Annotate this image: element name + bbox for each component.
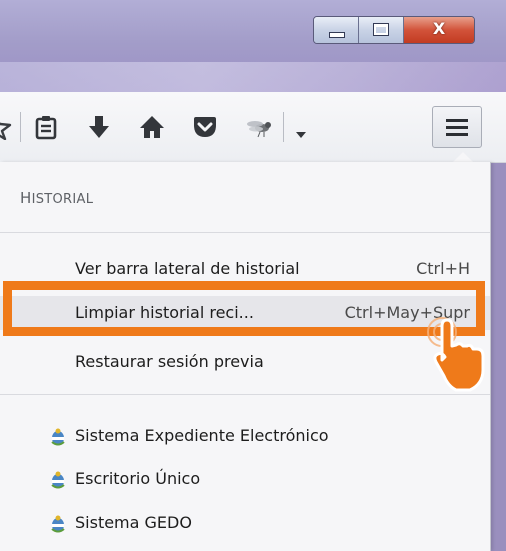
history-entry-label: Sistema GEDO (75, 513, 192, 532)
window-titlebar: X (0, 0, 506, 92)
history-panel: HISTORIAL Ver barra lateral de historial… (0, 162, 491, 551)
reading-list-icon[interactable] (34, 114, 58, 140)
close-icon: X (432, 19, 446, 38)
extension-fly-icon[interactable] (244, 114, 274, 140)
menu-item-label: Ver barra lateral de historial (75, 259, 300, 278)
hamburger-menu-icon (446, 119, 468, 136)
menu-item-label: Restaurar sesión previa (75, 352, 264, 371)
history-panel-title: HISTORIAL (20, 189, 94, 207)
argentina-coat-of-arms-icon (51, 471, 65, 489)
minimize-icon (329, 32, 345, 38)
home-icon[interactable] (139, 114, 165, 140)
divider (0, 394, 490, 395)
highlight-annotation-box (3, 281, 485, 336)
toolbar-separator (283, 112, 284, 142)
history-entry[interactable]: Sistema Expediente Electrónico (0, 419, 490, 453)
menu-item-restore-previous-session[interactable]: Restaurar sesión previa (0, 345, 490, 379)
minimize-button[interactable] (314, 17, 359, 43)
divider (0, 232, 490, 233)
close-button[interactable]: X (404, 17, 474, 43)
open-menu-button[interactable] (432, 106, 482, 148)
toolbar-separator (20, 112, 21, 142)
navigation-toolbar (0, 92, 506, 163)
menu-item-shortcut: Ctrl+H (416, 259, 470, 278)
pointing-hand-icon (433, 318, 485, 392)
bookmark-star-icon[interactable] (0, 114, 16, 140)
maximize-icon (373, 23, 389, 36)
download-icon[interactable] (87, 114, 111, 140)
history-entry-label: Escritorio Único (75, 469, 201, 488)
dropdown-icon[interactable] (293, 122, 309, 148)
maximize-button[interactable] (359, 17, 404, 43)
pocket-icon[interactable] (192, 114, 218, 140)
history-entry-label: Sistema Expediente Electrónico (75, 426, 329, 445)
argentina-coat-of-arms-icon (51, 515, 65, 533)
history-entry[interactable]: Escritorio Único (0, 462, 490, 496)
history-entry[interactable]: Sistema GEDO (0, 506, 490, 540)
window-caption-buttons: X (313, 16, 475, 44)
argentina-coat-of-arms-icon (51, 428, 65, 446)
titlebar-glow (0, 62, 506, 92)
